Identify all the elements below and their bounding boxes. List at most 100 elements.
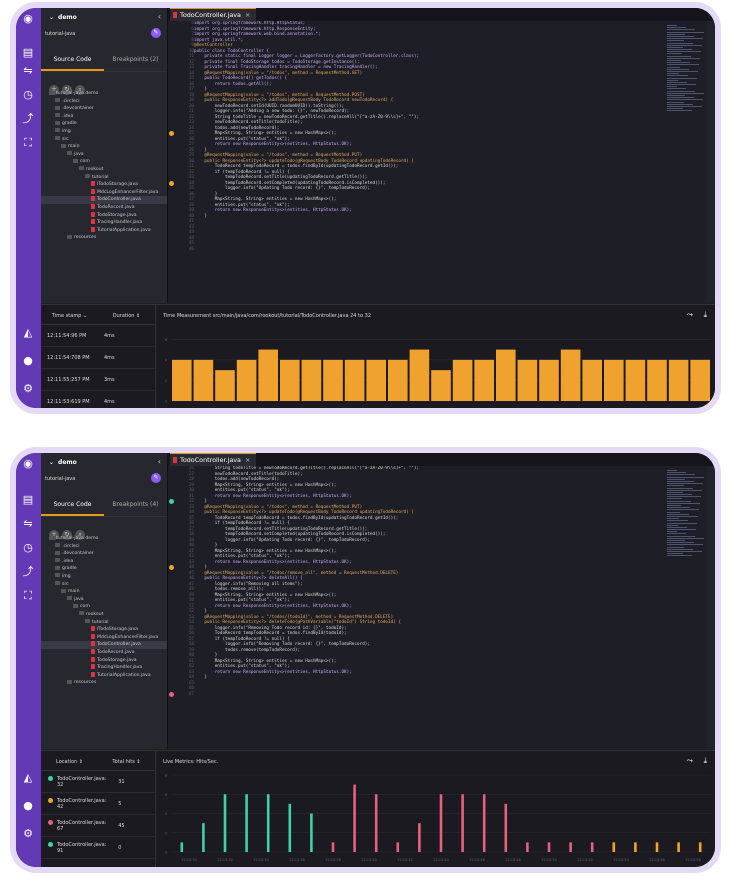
collapse-icon[interactable]: ‹ — [158, 457, 161, 466]
tree-item[interactable]: main — [41, 588, 167, 596]
tree-item[interactable]: main — [41, 143, 167, 151]
bar[interactable] — [374, 794, 378, 852]
bar[interactable] — [431, 370, 451, 401]
bar[interactable] — [517, 359, 538, 401]
document-icon[interactable]: ▤ — [21, 46, 35, 60]
tree-item[interactable]: img — [41, 573, 167, 581]
tree-item[interactable]: MdcLogEnhancerFilter.java — [41, 188, 167, 197]
project-selector[interactable]: ⌄ demo ‹ — [41, 453, 167, 471]
bar[interactable] — [301, 359, 322, 401]
trend-line-icon[interactable]: ⤳ — [687, 310, 693, 320]
tree-item[interactable]: .devcontainer — [41, 105, 167, 113]
close-icon[interactable]: × — [245, 456, 250, 464]
tree-item[interactable]: gradle — [41, 565, 167, 573]
tree-item[interactable]: gradle — [41, 120, 167, 128]
bar[interactable] — [396, 842, 400, 852]
breakpoint-dot[interactable] — [169, 691, 174, 697]
column-header[interactable]: Duration ⇕ — [98, 313, 155, 324]
bar[interactable] — [193, 359, 214, 401]
editor-scrollbar[interactable] — [707, 466, 715, 749]
tree-item[interactable]: tutorial — [41, 174, 167, 182]
tree-item[interactable]: TodoRecord.java — [41, 203, 167, 212]
tree-item[interactable]: TutorialApplication.java — [41, 226, 167, 235]
tree-item[interactable]: rookout — [41, 611, 167, 619]
clock-icon[interactable]: ◷ — [21, 541, 35, 555]
chart-icon[interactable]: ◭ — [21, 326, 35, 340]
bar[interactable] — [180, 842, 184, 852]
clock-icon[interactable]: ◷ — [21, 88, 35, 102]
bar[interactable] — [526, 842, 529, 852]
chat-icon[interactable]: ● — [21, 799, 35, 813]
tree-item[interactable]: com — [41, 158, 167, 166]
tree-item[interactable]: .idea — [41, 113, 167, 121]
tab-source-code[interactable]: Source Code — [41, 48, 104, 71]
bar[interactable] — [560, 349, 581, 401]
trend-icon[interactable]: ⤴ — [21, 112, 35, 126]
tree-item[interactable]: java — [41, 151, 167, 159]
bar[interactable] — [647, 359, 667, 401]
breakpoint-dot[interactable] — [169, 180, 174, 186]
bar[interactable] — [690, 359, 710, 401]
tree-item[interactable]: TodoController.java — [41, 641, 167, 649]
edit-icon[interactable]: ✎ — [151, 28, 161, 38]
bar[interactable] — [236, 359, 257, 401]
breakpoint-dot[interactable] — [169, 565, 174, 570]
code-area[interactable]: 26 27 28 29 30 31 32 33 34 35 36 37 38 39 40 41 42 43 44 45… — [168, 466, 697, 749]
tree-item[interactable]: TracingHandler.java — [41, 664, 167, 672]
bar[interactable] — [698, 842, 702, 852]
tree-item[interactable]: MdcLogEnhancerFilter.java — [41, 633, 167, 642]
bar[interactable] — [461, 794, 464, 852]
tree-item[interactable]: TodoRecord.java — [41, 648, 167, 657]
bar[interactable] — [677, 842, 680, 852]
table-row[interactable]: TodoController.java: 32 31 — [41, 771, 155, 793]
minimap[interactable] — [667, 470, 707, 590]
chart-icon[interactable]: ◭ — [21, 771, 35, 785]
bar[interactable] — [388, 359, 408, 401]
gear-icon[interactable]: ⚙ — [21, 827, 35, 841]
table-row[interactable]: 12:11:55:257 PM 3ms — [41, 369, 155, 391]
trend-line-icon[interactable]: ⤳ — [687, 756, 693, 766]
tree-item[interactable]: tutorial — [41, 619, 167, 627]
table-row[interactable]: 12:11:53:619 PM 4ms — [41, 391, 155, 408]
tree-item[interactable]: tutorial-java.demo — [41, 90, 167, 98]
frame-icon[interactable]: ⛶ — [21, 136, 35, 150]
bar[interactable] — [288, 803, 292, 852]
tree-item[interactable]: tutorial-java.demo — [41, 535, 167, 543]
column-header[interactable]: Time stamp ⌄ — [41, 313, 98, 324]
edit-icon[interactable]: ✎ — [151, 473, 161, 483]
bar[interactable] — [547, 842, 551, 852]
collapse-icon[interactable]: ‹ — [158, 12, 161, 21]
tree-item[interactable]: TracingHandler.java — [41, 219, 167, 227]
tree-item[interactable]: src — [41, 581, 167, 589]
tree-item[interactable]: TutorialApplication.java — [41, 671, 167, 680]
tree-item[interactable]: TodoStorage.java — [41, 656, 167, 665]
column-header[interactable]: Location ⇕ — [41, 759, 98, 770]
bar[interactable] — [215, 370, 235, 401]
tree-item[interactable]: TodoController.java — [41, 196, 167, 204]
bar[interactable] — [612, 842, 616, 852]
bar[interactable] — [504, 803, 508, 852]
bar[interactable] — [668, 359, 689, 401]
bar[interactable] — [482, 794, 486, 852]
tree-item[interactable]: resources — [41, 234, 167, 242]
tab-source-code[interactable]: Source Code — [41, 493, 104, 516]
minimap[interactable] — [667, 25, 707, 145]
tree-item[interactable]: .idea — [41, 558, 167, 566]
bar[interactable] — [310, 813, 313, 853]
bar[interactable] — [625, 359, 646, 401]
document-icon[interactable]: ▤ — [21, 493, 35, 507]
bar[interactable] — [266, 794, 270, 852]
gear-icon[interactable]: ⚙ — [21, 382, 35, 396]
close-icon[interactable]: × — [245, 11, 250, 19]
breakpoint-dot[interactable] — [169, 499, 174, 504]
bar[interactable] — [634, 842, 637, 852]
tree-item[interactable]: com — [41, 603, 167, 611]
sliders-icon[interactable]: ⇋ — [21, 517, 35, 531]
bar[interactable] — [366, 359, 386, 401]
editor-tab[interactable]: TodoController.java × — [170, 453, 257, 466]
bar[interactable] — [604, 359, 624, 401]
bar[interactable] — [331, 842, 335, 852]
bar[interactable] — [223, 794, 227, 852]
trend-icon[interactable]: ⤴ — [21, 565, 35, 579]
tree-item[interactable]: .circleci — [41, 543, 167, 551]
